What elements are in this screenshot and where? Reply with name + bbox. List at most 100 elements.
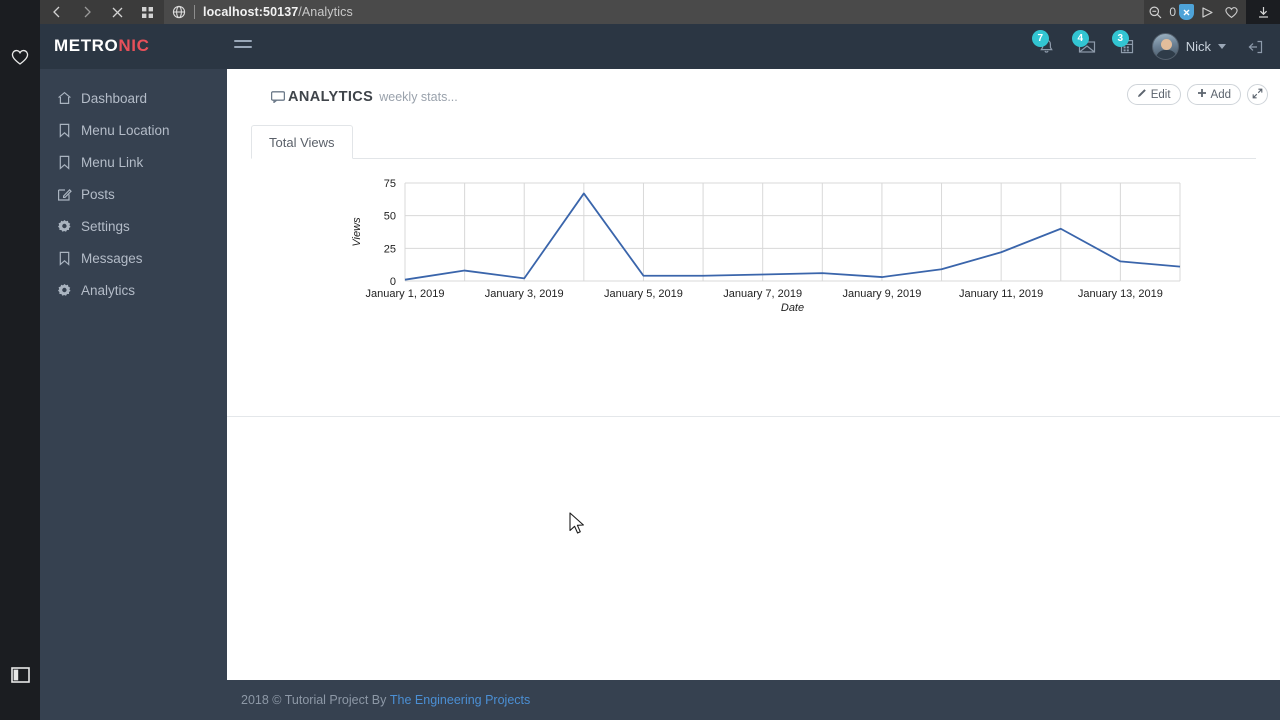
svg-text:25: 25 (384, 243, 396, 255)
share-icon[interactable] (1196, 0, 1218, 24)
sidebar-item-dashboard[interactable]: Dashboard (40, 82, 227, 114)
svg-text:Date: Date (781, 302, 804, 314)
portlet-header: ANALYTICS weekly stats... Edit Add (227, 69, 1280, 125)
browser-toolbar: localhost:50137/Analytics 0 (0, 0, 1280, 24)
gear-icon (57, 283, 72, 298)
address-separator (194, 5, 195, 19)
add-button[interactable]: Add (1186, 84, 1241, 105)
tab-grid-icon[interactable] (132, 0, 162, 24)
footer-link[interactable]: The Engineering Projects (390, 693, 530, 707)
portlet-title-text: ANALYTICS (288, 89, 374, 105)
sidebar-item-label: Menu Link (81, 154, 144, 170)
url-path: /Analytics (298, 5, 353, 19)
shield-icon[interactable] (1179, 4, 1194, 20)
footer-text: 2018 © Tutorial Project By (241, 693, 387, 707)
os-side-strip (0, 24, 40, 720)
gear-icon (57, 219, 72, 234)
sidebar: Dashboard Menu Location Menu Link Posts … (40, 69, 227, 720)
browser-nav-buttons (40, 0, 164, 24)
chevron-down-icon (1218, 44, 1226, 49)
logo-primary: METRO (54, 36, 119, 55)
pencil-icon (1137, 88, 1147, 101)
notifications-badge: 7 (1031, 30, 1049, 47)
panel-toggle-icon[interactable] (0, 655, 40, 695)
application: METRONIC 7 4 3 Nick Dashboard Menu Locat… (40, 24, 1280, 720)
hamburger-icon[interactable] (234, 40, 252, 52)
tracker-count: 0 (1169, 5, 1176, 19)
url-host: localhost:50137 (203, 5, 299, 19)
line-chart: 0 25 50 75 January 1, 2019 January 3, 2019 Jan… (351, 178, 1181, 314)
sidebar-item-label: Dashboard (81, 90, 148, 106)
svg-text:75: 75 (384, 178, 396, 190)
forward-arrow-icon[interactable] (72, 0, 102, 24)
sidebar-item-label: Posts (81, 186, 115, 202)
chart-area: 0 25 50 75 January 1, 2019 January 3, 2019 Jan… (227, 175, 1280, 345)
address-text: localhost:50137/Analytics (203, 5, 353, 19)
sidebar-item-label: Menu Location (81, 122, 170, 138)
globe-icon (170, 3, 188, 21)
user-name: Nick (1185, 39, 1211, 54)
tab-label: Total Views (269, 134, 335, 150)
user-menu[interactable]: Nick (1148, 24, 1234, 69)
sidebar-item-analytics[interactable]: Analytics (40, 274, 227, 306)
sidebar-item-settings[interactable]: Settings (40, 210, 227, 242)
sidebar-item-menu-link[interactable]: Menu Link (40, 146, 227, 178)
bookmark-icon (57, 155, 72, 170)
address-bar[interactable]: localhost:50137/Analytics (164, 0, 1145, 24)
portlet-actions: Edit Add (1126, 84, 1268, 105)
stop-x-icon[interactable] (102, 0, 132, 24)
svg-text:50: 50 (384, 211, 396, 223)
svg-text:January 3, 2019: January 3, 2019 (485, 288, 564, 300)
logo-accent: NIC (118, 36, 150, 55)
header-actions: 7 4 3 Nick (1028, 24, 1274, 69)
tab-total-views[interactable]: Total Views (251, 125, 353, 159)
inbox-button[interactable]: 4 (1068, 24, 1106, 69)
download-icon[interactable] (1246, 0, 1280, 24)
tasks-badge: 3 (1111, 30, 1129, 47)
logout-icon[interactable] (1236, 24, 1274, 69)
tasks-button[interactable]: 3 (1108, 24, 1146, 69)
heart-icon[interactable] (1220, 0, 1242, 24)
add-button-label: Add (1210, 88, 1231, 101)
expand-icon (1252, 88, 1263, 102)
browser-right-actions: 0 (1144, 0, 1246, 24)
edit-icon (57, 187, 72, 202)
sidebar-item-label: Messages (81, 250, 143, 266)
page-title: ANALYTICS weekly stats... (270, 89, 458, 105)
main-content: ANALYTICS weekly stats... Edit Add Total… (227, 69, 1280, 720)
sidebar-item-messages[interactable]: Messages (40, 242, 227, 274)
app-header: METRONIC 7 4 3 Nick (40, 24, 1280, 69)
search-icon[interactable] (1144, 0, 1166, 24)
bookmark-icon (57, 123, 72, 138)
svg-text:January 11, 2019: January 11, 2019 (959, 288, 1043, 300)
tab-bar: Total Views (251, 125, 1256, 159)
svg-text:January 13, 2019: January 13, 2019 (1078, 288, 1163, 300)
svg-text:January 1, 2019: January 1, 2019 (366, 288, 445, 300)
edit-button[interactable]: Edit (1126, 84, 1181, 105)
avatar (1151, 33, 1179, 60)
portlet-subtitle-text: weekly stats... (379, 90, 458, 104)
svg-text:January 7, 2019: January 7, 2019 (723, 288, 802, 300)
sidebar-item-label: Settings (81, 218, 130, 234)
edit-button-label: Edit (1150, 88, 1171, 101)
chrome-left-padding (0, 0, 40, 24)
app-logo[interactable]: METRONIC (54, 36, 149, 56)
home-icon (57, 91, 72, 106)
screen: localhost:50137/Analytics 0 METRONIC 7 4… (0, 0, 1280, 720)
svg-text:January 9, 2019: January 9, 2019 (842, 288, 921, 300)
footer: 2018 © Tutorial Project By The Engineeri… (227, 680, 1280, 720)
sidebar-item-menu-location[interactable]: Menu Location (40, 114, 227, 146)
svg-text:January 5, 2019: January 5, 2019 (604, 288, 683, 300)
analytics-portlet: ANALYTICS weekly stats... Edit Add Total… (227, 69, 1280, 417)
bookmark-icon (57, 251, 72, 266)
svg-text:0: 0 (390, 276, 396, 288)
sidebar-item-label: Analytics (81, 282, 136, 298)
sidebar-item-posts[interactable]: Posts (40, 178, 227, 210)
svg-text:Views: Views (351, 217, 363, 247)
inbox-badge: 4 (1071, 30, 1089, 47)
expand-button[interactable] (1247, 84, 1268, 105)
notifications-button[interactable]: 7 (1028, 24, 1066, 69)
back-arrow-icon[interactable] (42, 0, 72, 24)
sidebar-menu: Dashboard Menu Location Menu Link Posts … (40, 69, 227, 306)
heart-icon[interactable] (0, 36, 40, 76)
